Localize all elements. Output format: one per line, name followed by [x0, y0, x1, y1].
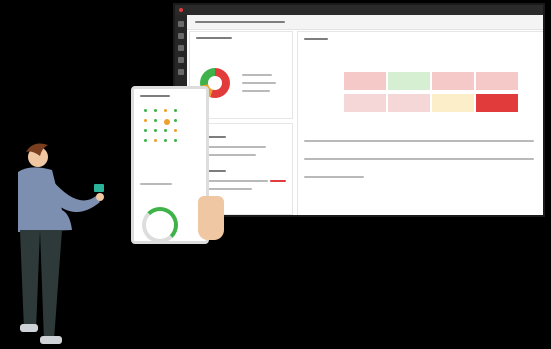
smartphone-icon	[94, 184, 104, 192]
person-illustration	[18, 143, 104, 344]
